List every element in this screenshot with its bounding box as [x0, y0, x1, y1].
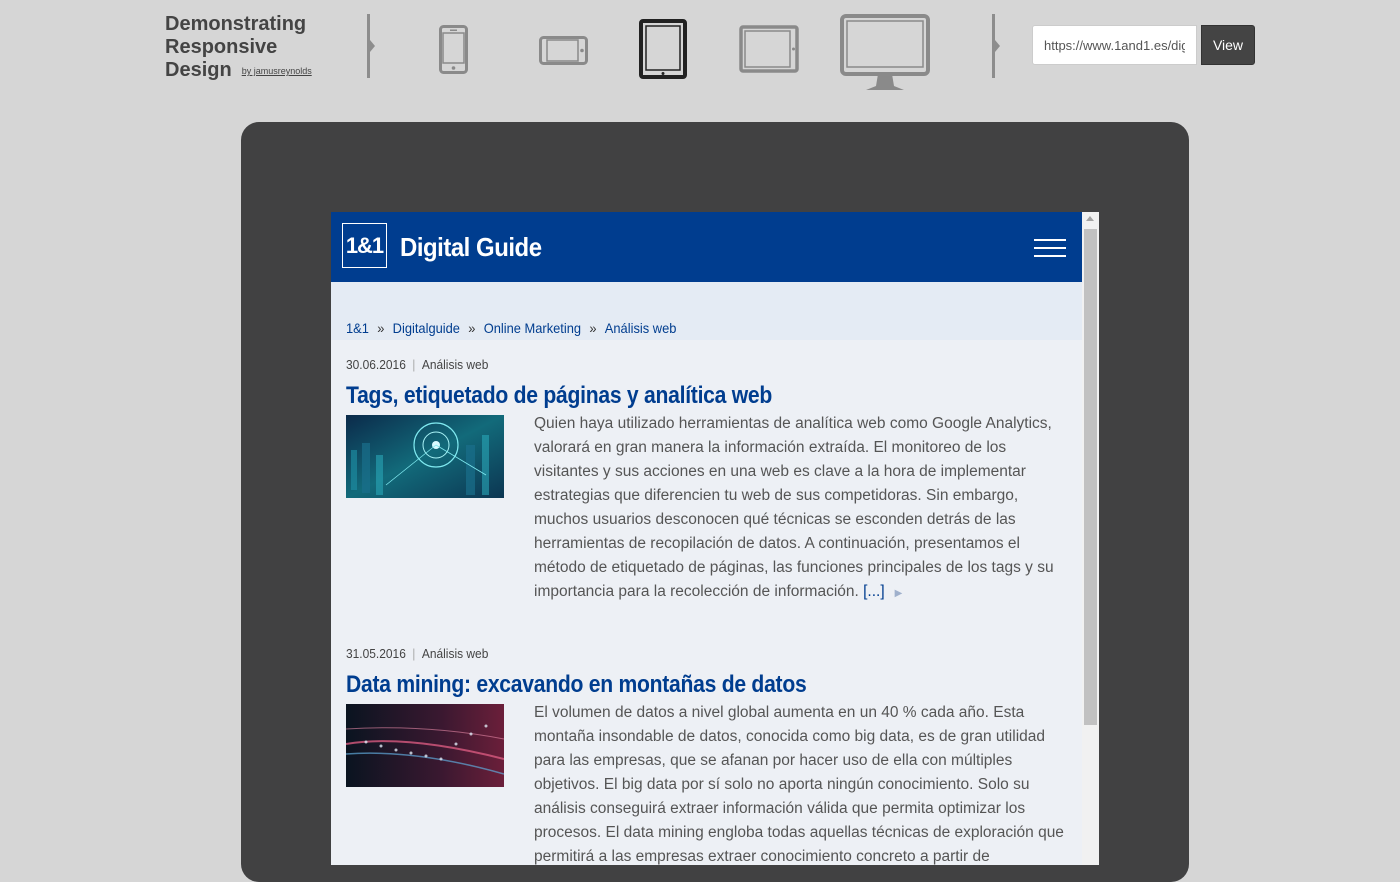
article-excerpt: El volumen de datos a nivel global aumen… [534, 701, 1074, 865]
article-date: 31.05.2016 [346, 646, 406, 661]
scrollbar-thumb[interactable] [1084, 229, 1097, 725]
article-excerpt: Quien haya utilizado herramientas de ana… [534, 412, 1074, 606]
tablet-screen[interactable]: 1&1 Digital Guide 1&1 » Digitalguide » Onlin… [331, 212, 1099, 865]
article-meta: 30.06.2016 | Análisis web [346, 357, 489, 372]
toolbar-divider [367, 14, 375, 78]
phone-portrait-icon[interactable] [439, 25, 469, 75]
play-arrow-icon: ▶ [894, 588, 903, 599]
article-thumbnail[interactable] [346, 704, 504, 787]
article-category[interactable]: Análisis web [422, 357, 488, 372]
view-button[interactable]: View [1201, 25, 1255, 65]
article-title[interactable]: Tags, etiquetado de páginas y analítica … [346, 382, 988, 410]
app-title: Demonstrating Responsive Design by jamusr… [165, 13, 312, 83]
breadcrumb-separator: » [589, 320, 597, 336]
site-logo[interactable]: 1&1 [342, 223, 387, 268]
scroll-up-arrow-icon[interactable] [1086, 216, 1094, 221]
app-title-line-3: Design [165, 59, 232, 81]
article-card: 31.05.2016 | Análisis web Data mining: exc… [346, 646, 1076, 865]
site-title[interactable]: Digital Guide [400, 232, 542, 263]
read-more-link[interactable]: [...] [863, 583, 885, 600]
article-category[interactable]: Análisis web [422, 646, 488, 661]
article-thumbnail[interactable] [346, 415, 504, 498]
toolbar-divider [992, 14, 1000, 78]
site-header: 1&1 Digital Guide [331, 212, 1082, 282]
tablet-landscape-icon[interactable] [739, 25, 799, 73]
breadcrumb-separator: » [377, 320, 385, 336]
phone-landscape-icon[interactable] [539, 36, 589, 66]
vertical-scrollbar[interactable] [1082, 212, 1099, 865]
article-excerpt-text: El volumen de datos a nivel global aumen… [534, 704, 1064, 865]
breadcrumb-link[interactable]: Online Marketing [484, 320, 581, 336]
breadcrumb: 1&1 » Digitalguide » Online Marketing » Anális… [346, 320, 676, 336]
breadcrumb-separator: » [468, 320, 476, 336]
article-excerpt-text: Quien haya utilizado herramientas de ana… [534, 415, 1054, 600]
article-title[interactable]: Data mining: excavando en montañas de da… [346, 671, 988, 699]
tablet-portrait-icon[interactable] [639, 19, 687, 79]
desktop-monitor-icon[interactable] [840, 14, 930, 92]
author-link[interactable]: by jamusreynolds [242, 66, 312, 76]
breadcrumb-link[interactable]: Análisis web [605, 320, 677, 336]
hamburger-menu-icon[interactable] [1034, 239, 1066, 258]
article-date: 30.06.2016 [346, 357, 406, 372]
app-title-line-1: Demonstrating [165, 13, 307, 35]
article-meta: 31.05.2016 | Análisis web [346, 646, 489, 661]
app-title-line-2: Responsive [165, 36, 278, 58]
breadcrumb-link[interactable]: Digitalguide [393, 320, 460, 336]
url-input[interactable] [1032, 25, 1197, 65]
article-card: 30.06.2016 | Análisis web Tags, etiquetado… [346, 357, 1076, 600]
breadcrumb-link[interactable]: 1&1 [346, 320, 369, 336]
